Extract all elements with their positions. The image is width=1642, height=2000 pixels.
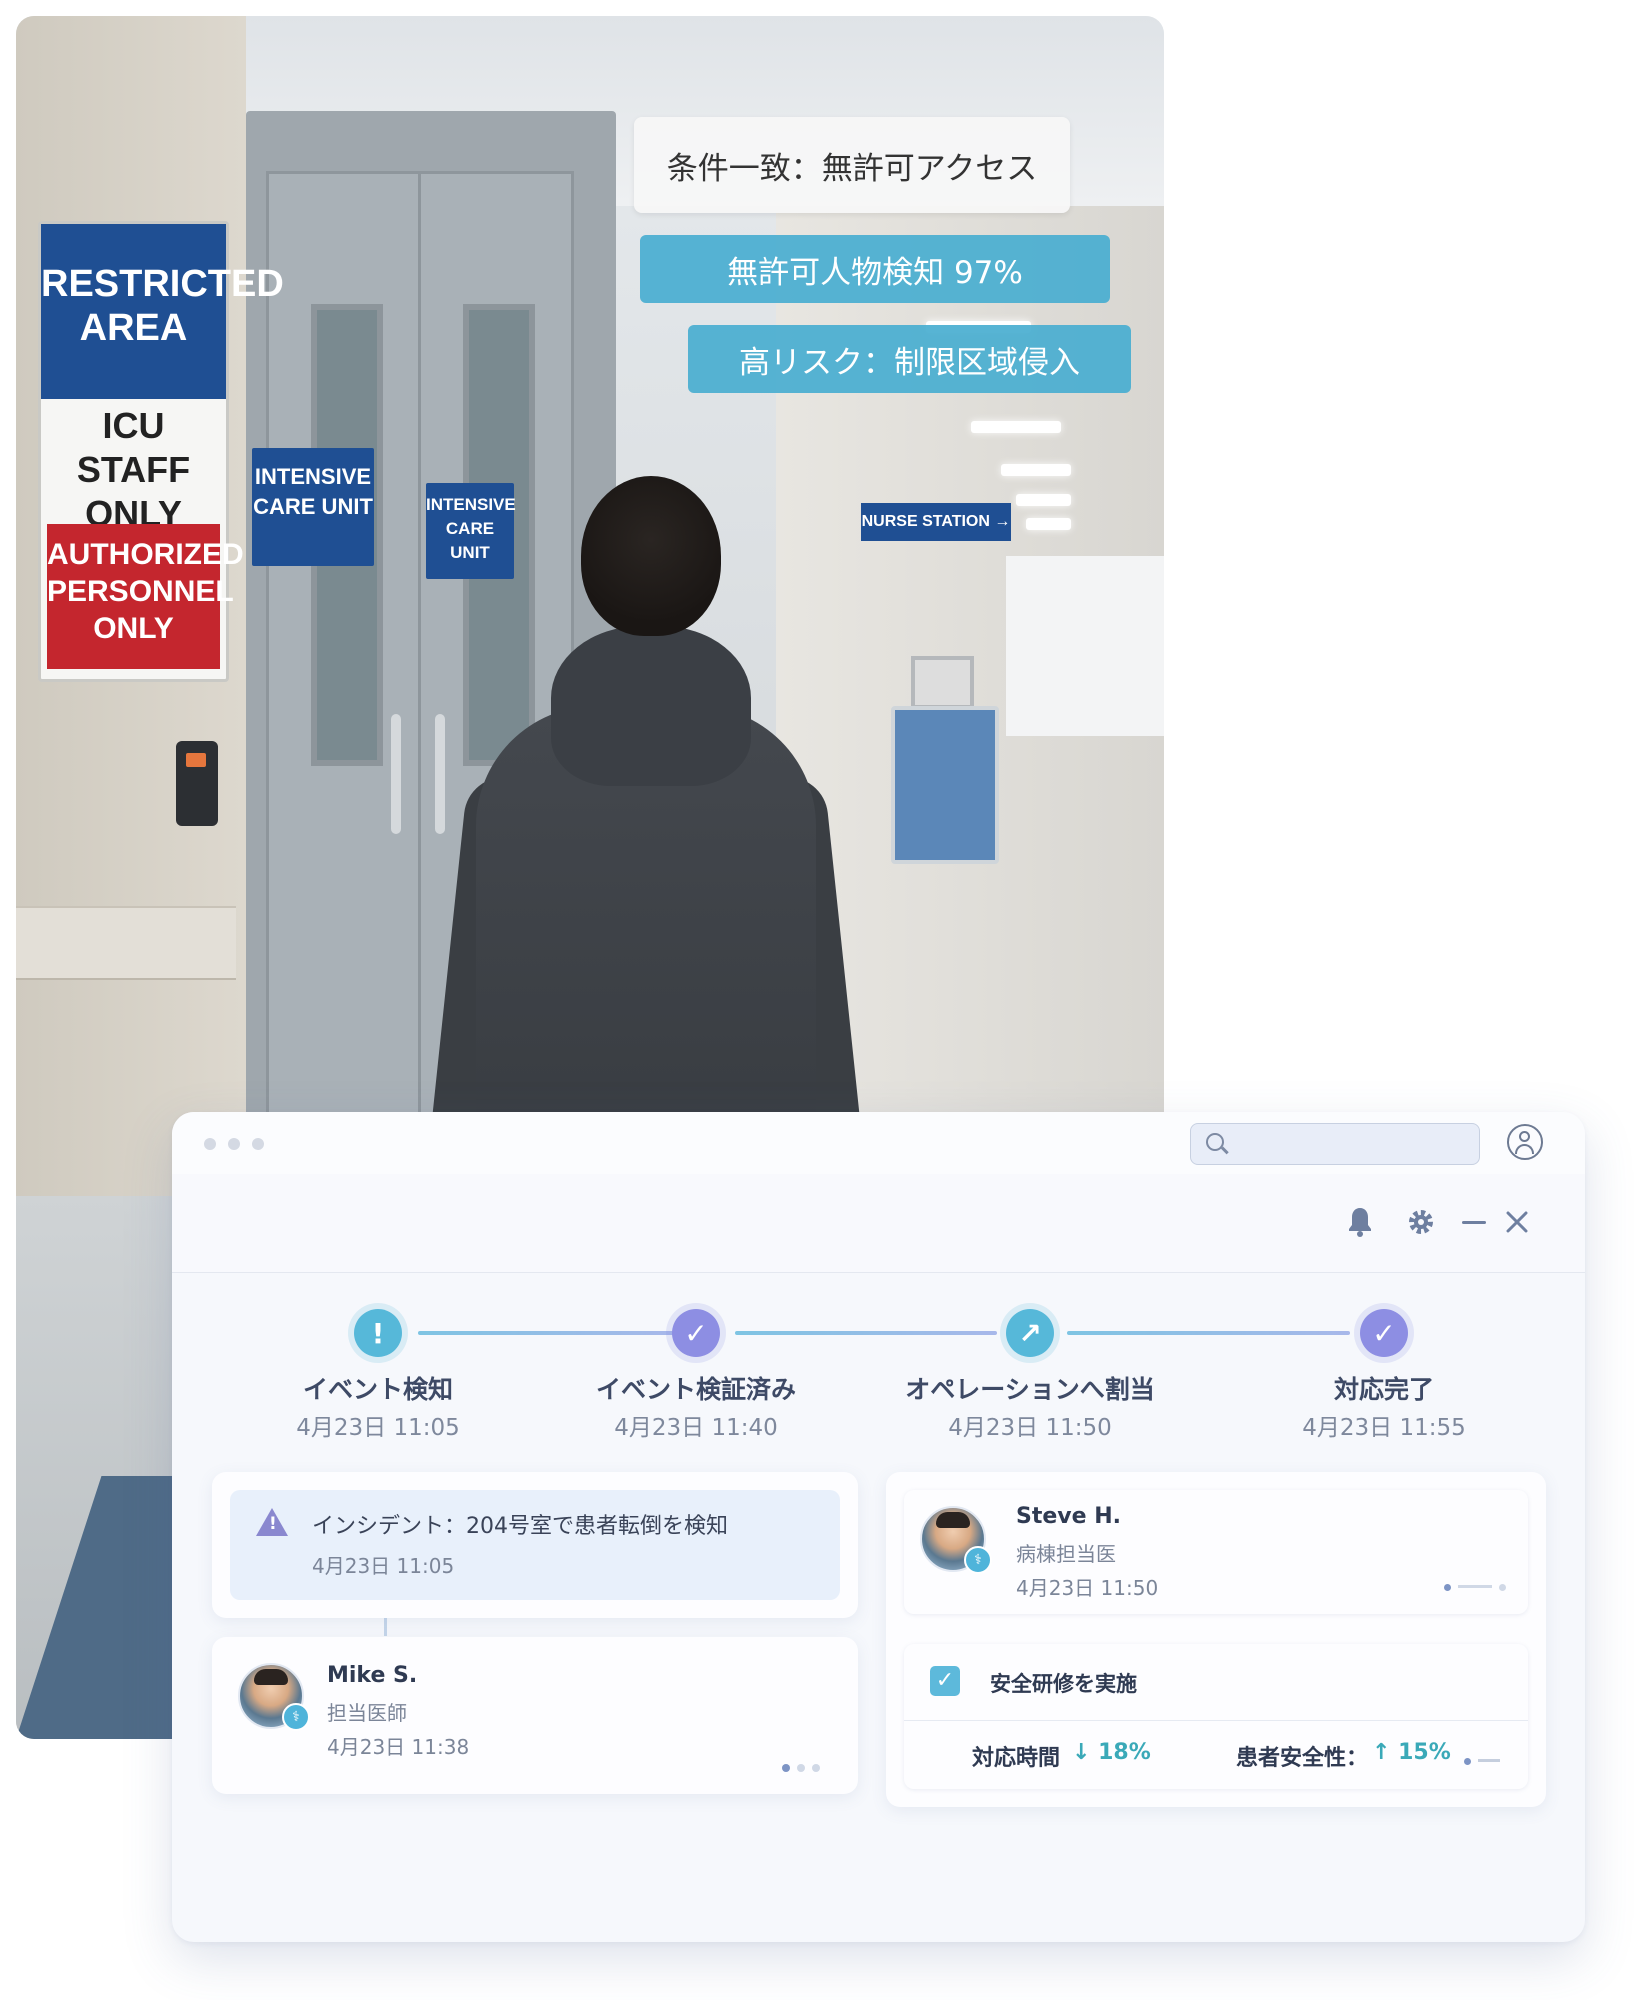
person-name: Steve H. xyxy=(1016,1504,1121,1529)
person-role: 担当医師 xyxy=(327,1701,407,1725)
ceiling-light xyxy=(1026,518,1071,530)
assignee-card-mike[interactable]: ⚕ Mike S. 担当医師 4月23日 11:38 xyxy=(212,1637,858,1794)
response-time-value: ↓ 18% xyxy=(1072,1740,1151,1765)
task-panel: ✓ 安全研修を実施 対応時間 ↓ 18% 患者安全性： ↑ 15% xyxy=(904,1644,1528,1789)
person-date: 4月23日 11:50 xyxy=(1016,1576,1159,1600)
step-date: 4月23日 11:40 xyxy=(614,1415,778,1441)
step-date: 4月23日 11:50 xyxy=(948,1415,1112,1441)
response-time-label: 対応時間 xyxy=(972,1746,1061,1771)
incident-panel: インシデント：204号室で患者転倒を検知 4月23日 11:05 xyxy=(230,1490,840,1600)
gear-icon[interactable] xyxy=(1407,1208,1435,1236)
progress-indicator xyxy=(1464,1750,1500,1769)
ceiling-light xyxy=(1001,464,1071,476)
person-head xyxy=(581,476,721,636)
sign-icu-text: ICU STAFF ONLY xyxy=(76,405,191,534)
step-completed-icon: ✓ xyxy=(1360,1309,1408,1357)
door-handle xyxy=(435,714,445,834)
person-date: 4月23日 11:38 xyxy=(327,1735,470,1759)
step-date: 4月23日 11:55 xyxy=(1302,1415,1466,1441)
minimize-icon[interactable] xyxy=(1462,1220,1486,1226)
ceiling-light xyxy=(1016,494,1071,506)
icu-door-left xyxy=(266,171,422,1127)
patient-safety-label: 患者安全性： xyxy=(1236,1746,1369,1771)
step-label: オペレーションへ割当 xyxy=(905,1375,1155,1404)
warning-icon xyxy=(256,1508,288,1536)
incident-title: インシデント：204号室で患者転倒を検知 xyxy=(312,1514,728,1539)
window-dot xyxy=(204,1138,216,1150)
medical-cart xyxy=(891,706,999,864)
window-dot xyxy=(252,1138,264,1150)
progress-indicator xyxy=(1444,1576,1513,1595)
avatar: ⚕ xyxy=(238,1663,310,1731)
icu-door-sign: INTENSIVE CARE UNIT xyxy=(252,448,374,566)
timeline-connector xyxy=(418,1331,674,1335)
sign-authorized-text: AUTHORIZED PERSONNEL ONLY xyxy=(47,524,244,669)
handrail xyxy=(16,906,236,980)
divider xyxy=(904,1720,1528,1721)
incident-date: 4月23日 11:05 xyxy=(312,1554,455,1578)
user-avatar-icon[interactable] xyxy=(1507,1124,1543,1160)
patient-safety-value: ↑ 15% xyxy=(1372,1740,1451,1765)
doctor-badge-icon: ⚕ xyxy=(964,1546,992,1574)
avatar: ⚕ xyxy=(920,1506,992,1574)
step-verified-icon: ✓ xyxy=(672,1309,720,1357)
risk-level-tag: 高リスク：制限区域侵入 xyxy=(688,325,1131,393)
ceiling-light xyxy=(971,421,1061,433)
pagination-dots[interactable] xyxy=(782,1757,827,1776)
restricted-area-sign: RESTRICTED AREA ICU STAFF ONLY AUTHORIZE… xyxy=(38,221,284,682)
nurse-station-sign: NURSE STATION → xyxy=(861,503,1011,541)
keypad-reader xyxy=(176,741,218,826)
incident-dashboard-window: ! ✓ ↗ ✓ イベント検知 4月23日 11:05 イベント検証済み 4月23… xyxy=(172,1112,1585,1942)
close-icon[interactable] xyxy=(1505,1210,1529,1234)
step-date: 4月23日 11:05 xyxy=(296,1415,460,1441)
condition-match-tag: 条件一致：無許可アクセス xyxy=(634,117,1070,213)
person-panel: ⚕ Steve H. 病棟担当医 4月23日 11:50 xyxy=(904,1490,1528,1614)
corridor-end xyxy=(1006,556,1164,736)
person-hood xyxy=(551,626,751,786)
person-name: Mike S. xyxy=(327,1663,418,1688)
sign-restricted-text: RESTRICTED AREA xyxy=(41,224,284,399)
title-bar xyxy=(172,1112,1585,1175)
step-label: イベント検証済み xyxy=(595,1375,796,1404)
bell-icon[interactable] xyxy=(1347,1206,1373,1238)
search-icon[interactable] xyxy=(1206,1133,1224,1151)
step-detected-icon: ! xyxy=(354,1309,402,1357)
window-dot xyxy=(228,1138,240,1150)
step-assigned-icon: ↗ xyxy=(1006,1309,1054,1357)
timeline-connector xyxy=(1067,1331,1350,1335)
detection-confidence-tag: 無許可人物検知 97% xyxy=(640,235,1110,303)
timeline-connector xyxy=(735,1331,997,1335)
medical-monitor xyxy=(911,656,974,709)
search-input[interactable] xyxy=(1190,1123,1480,1165)
incident-card[interactable]: インシデント：204号室で患者転倒を検知 4月23日 11:05 xyxy=(212,1472,858,1618)
step-label: イベント検知 xyxy=(302,1375,453,1404)
task-label: 安全研修を実施 xyxy=(990,1672,1137,1696)
incident-timeline: ! ✓ ↗ ✓ イベント検知 4月23日 11:05 イベント検証済み 4月23… xyxy=(172,1272,1585,1472)
doctor-badge-icon: ⚕ xyxy=(282,1703,310,1731)
door-handle xyxy=(391,714,401,834)
person-role: 病棟担当医 xyxy=(1016,1542,1116,1566)
assignee-card-steve[interactable]: ⚕ Steve H. 病棟担当医 4月23日 11:50 ✓ 安全研修を実施 対… xyxy=(886,1472,1546,1807)
checkbox-checked-icon[interactable]: ✓ xyxy=(930,1666,960,1696)
toolbar xyxy=(172,1174,1585,1273)
step-label: 対応完了 xyxy=(1333,1375,1434,1404)
